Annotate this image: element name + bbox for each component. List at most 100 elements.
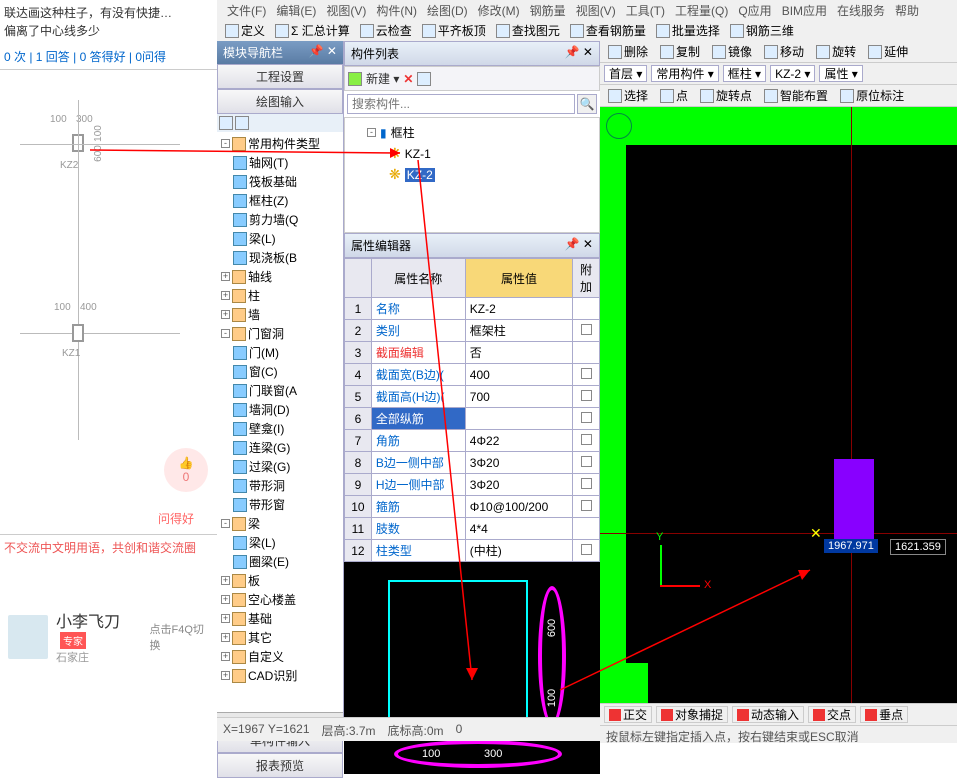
tool-icon[interactable]: [219, 116, 233, 130]
tree-node[interactable]: 壁龛(I): [219, 419, 341, 438]
new-icon[interactable]: [348, 72, 362, 86]
property-row[interactable]: 3截面编辑否: [345, 342, 600, 364]
tree-node[interactable]: 圈梁(E): [219, 552, 341, 571]
menu-item[interactable]: 修改(M): [474, 2, 524, 18]
report-preview-button[interactable]: 报表预览: [217, 753, 343, 778]
tree-node[interactable]: 梁(L): [219, 533, 341, 552]
expand-icon[interactable]: -: [221, 329, 230, 338]
toolbar-button[interactable]: 查找图元: [492, 22, 564, 39]
tree-node[interactable]: 轴网(T): [219, 153, 341, 172]
pin-close-icons[interactable]: 📌 ✕: [565, 45, 593, 62]
selector-dropdown[interactable]: 框柱 ▾: [723, 65, 766, 82]
tree-kz1[interactable]: ❋ KZ-1: [349, 143, 595, 164]
expand-icon[interactable]: -: [221, 519, 230, 528]
tree-node[interactable]: +墙: [219, 305, 341, 324]
checkbox[interactable]: [581, 412, 592, 423]
tree-node[interactable]: 过梁(G): [219, 457, 341, 476]
tree-node[interactable]: +自定义: [219, 647, 341, 666]
property-row[interactable]: 1名称KZ-2: [345, 298, 600, 320]
tree-node[interactable]: -常用构件类型: [219, 134, 341, 153]
menu-item[interactable]: 钢筋量: [526, 2, 570, 18]
menu-item[interactable]: BIM应用: [778, 2, 831, 18]
new-button[interactable]: 新建 ▾: [366, 70, 399, 87]
tree-node[interactable]: 筏板基础: [219, 172, 341, 191]
edit-button[interactable]: 移动: [760, 43, 808, 60]
tree-node[interactable]: +其它: [219, 628, 341, 647]
tree-root[interactable]: - ▮ 框柱: [349, 122, 595, 143]
draw-input-button[interactable]: 绘图输入: [217, 89, 343, 114]
edit-button[interactable]: 镜像: [708, 43, 756, 60]
property-row[interactable]: 7角筋4Φ22: [345, 430, 600, 452]
tree-node[interactable]: 框柱(Z): [219, 191, 341, 210]
tree-node[interactable]: 墙洞(D): [219, 400, 341, 419]
tree-node[interactable]: 窗(C): [219, 362, 341, 381]
property-row[interactable]: 4截面宽(B边)(400: [345, 364, 600, 386]
tree-node[interactable]: 剪力墙(Q: [219, 210, 341, 229]
selector-dropdown[interactable]: 首层 ▾: [604, 65, 647, 82]
tree-node[interactable]: +基础: [219, 609, 341, 628]
expand-icon[interactable]: +: [221, 633, 230, 642]
draw-button[interactable]: 原位标注: [836, 87, 908, 104]
checkbox[interactable]: [581, 500, 592, 511]
pin-close-icons[interactable]: 📌 ✕: [565, 237, 593, 254]
edit-button[interactable]: 旋转: [812, 43, 860, 60]
checkbox[interactable]: [581, 390, 592, 401]
edit-button[interactable]: 延伸: [864, 43, 912, 60]
toolbar-button[interactable]: 定义: [221, 22, 269, 39]
property-table[interactable]: 属性名称 属性值 附加 1名称KZ-22类别框架柱3截面编辑否4截面宽(B边)(…: [344, 258, 600, 562]
tree-kz2[interactable]: ❋ KZ-2: [349, 164, 595, 185]
menu-item[interactable]: 文件(F): [223, 2, 270, 18]
tree-node[interactable]: 带形窗: [219, 495, 341, 514]
checkbox[interactable]: [581, 478, 592, 489]
toolbar-button[interactable]: 云检查: [356, 22, 416, 39]
expand-icon[interactable]: -: [221, 139, 230, 148]
search-button[interactable]: 🔍: [577, 94, 597, 114]
checkbox[interactable]: [581, 456, 592, 467]
draw-button[interactable]: 点: [656, 87, 692, 104]
checkbox[interactable]: [581, 434, 592, 445]
property-row[interactable]: 2类别框架柱: [345, 320, 600, 342]
draw-button[interactable]: 选择: [604, 87, 652, 104]
viewport-canvas[interactable]: ✕ 1967.971 1621.359 Y X: [600, 107, 957, 703]
selector-dropdown[interactable]: 属性 ▾: [819, 65, 862, 82]
menu-item[interactable]: 工具(T): [622, 2, 669, 18]
menu-item[interactable]: 在线服务: [833, 2, 889, 18]
property-row[interactable]: 10箍筋Φ10@100/200: [345, 496, 600, 518]
edit-button[interactable]: 删除: [604, 43, 652, 60]
toolbar-button[interactable]: 查看钢筋量: [566, 22, 650, 39]
expand-icon[interactable]: +: [221, 291, 230, 300]
property-row[interactable]: 6全部纵筋: [345, 408, 600, 430]
expand-icon[interactable]: +: [221, 614, 230, 623]
status-toggle[interactable]: 动态输入: [732, 706, 804, 723]
draw-button[interactable]: 旋转点: [696, 87, 756, 104]
thumbs-up-button[interactable]: 👍 0: [164, 448, 208, 492]
property-row[interactable]: 9H边一侧中部3Φ20: [345, 474, 600, 496]
menu-item[interactable]: 构件(N): [372, 2, 421, 18]
menu-item[interactable]: 视图(V): [572, 2, 620, 18]
draw-button[interactable]: 智能布置: [760, 87, 832, 104]
tree-node[interactable]: 门(M): [219, 343, 341, 362]
expand-icon[interactable]: +: [221, 272, 230, 281]
property-row[interactable]: 12柱类型(中柱): [345, 540, 600, 562]
menu-item[interactable]: 编辑(E): [272, 2, 320, 18]
toolbar-button[interactable]: 钢筋三维: [726, 22, 798, 39]
property-row[interactable]: 5截面高(H边)(700: [345, 386, 600, 408]
tree-node[interactable]: +CAD识别: [219, 666, 341, 685]
status-toggle[interactable]: 正交: [604, 706, 652, 723]
edit-button[interactable]: 复制: [656, 43, 704, 60]
checkbox[interactable]: [581, 324, 592, 335]
tree-node[interactable]: +空心楼盖: [219, 590, 341, 609]
expand-icon[interactable]: +: [221, 576, 230, 585]
expand-icon[interactable]: +: [221, 310, 230, 319]
pin-close-icons[interactable]: 📌 ✕: [309, 44, 337, 61]
tool-icon[interactable]: [235, 116, 249, 130]
tree-node[interactable]: 带形洞: [219, 476, 341, 495]
delete-icon[interactable]: ✕: [403, 72, 413, 86]
menu-item[interactable]: 绘图(D): [423, 2, 472, 18]
selector-dropdown[interactable]: KZ-2 ▾: [770, 65, 815, 82]
tree-node[interactable]: +柱: [219, 286, 341, 305]
property-row[interactable]: 8B边一侧中部3Φ20: [345, 452, 600, 474]
selector-dropdown[interactable]: 常用构件 ▾: [651, 65, 718, 82]
expand-icon[interactable]: +: [221, 652, 230, 661]
toolbar-button[interactable]: 批量选择: [652, 22, 724, 39]
